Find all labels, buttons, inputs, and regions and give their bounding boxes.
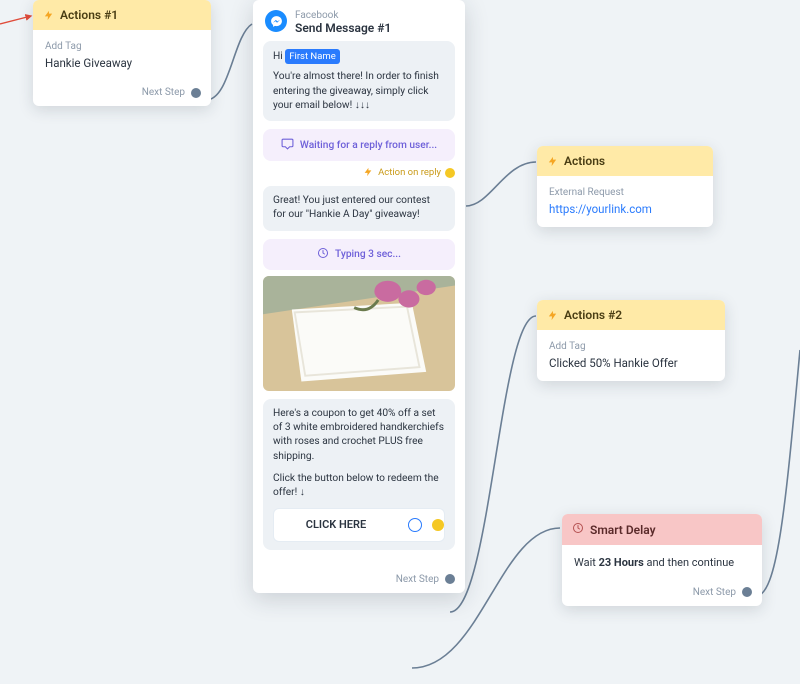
card-header: Smart Delay: [562, 514, 762, 545]
body-label: Add Tag: [549, 340, 713, 355]
bubble3-p2: Click the button below to redeem the off…: [273, 472, 445, 501]
body-label: External Request: [549, 186, 701, 201]
body-label: Add Tag: [45, 40, 199, 55]
body-value: Clicked 50% Hankie Offer: [549, 355, 713, 372]
card-header: Actions #1: [33, 0, 211, 30]
messenger-icon: [265, 10, 287, 32]
card-header: Actions: [537, 146, 713, 176]
card-header: Facebook Send Message #1: [253, 0, 465, 41]
chat-icon: [281, 137, 294, 153]
message-bubble-3: Here's a coupon to get 40% off a set of …: [263, 399, 455, 550]
link-icon: [408, 518, 422, 532]
message-bubble-2: Great! You just entered our contest for …: [263, 186, 455, 231]
message-image: [263, 276, 455, 391]
greeting-text: Hi: [273, 51, 285, 62]
delay-bold: 23 Hours: [599, 556, 644, 569]
clock-icon: [572, 522, 584, 537]
card-title: Actions: [564, 154, 605, 168]
message-bubble-1: Hi First Name You're almost there! In or…: [263, 41, 455, 121]
typing-block: Typing 3 sec...: [263, 239, 455, 270]
delay-suffix: and then continue: [644, 556, 734, 569]
connector-dot[interactable]: [191, 88, 201, 98]
delay-prefix: Wait: [574, 556, 599, 569]
card-body: Wait 23 Hours and then continue: [562, 545, 762, 581]
card-title: Actions #2: [564, 308, 622, 322]
cta-button[interactable]: CLICK HERE: [273, 508, 445, 541]
card-title: Smart Delay: [590, 523, 656, 537]
typing-text: Typing 3 sec...: [335, 249, 401, 260]
connector-dot[interactable]: [445, 574, 455, 584]
card-body: Add Tag Clicked 50% Hankie Offer: [537, 330, 725, 381]
card-body: Add Tag Hankie Giveaway: [33, 30, 211, 81]
action-on-reply[interactable]: Action on reply: [263, 167, 455, 178]
card-smart-delay[interactable]: Smart Delay Wait 23 Hours and then conti…: [562, 514, 762, 606]
variable-pill: First Name: [285, 49, 339, 64]
action-on-reply-label: Action on reply: [378, 167, 441, 178]
clock-icon: [317, 247, 329, 262]
next-step-footer[interactable]: Next Step: [562, 581, 762, 606]
cta-label: CLICK HERE: [274, 517, 398, 532]
card-header: Actions #2: [537, 300, 725, 330]
lightning-icon: [547, 310, 558, 321]
next-step-footer[interactable]: Next Step: [33, 81, 211, 106]
card-actions-1[interactable]: Actions #1 Add Tag Hankie Giveaway Next …: [33, 0, 211, 106]
card-actions-external[interactable]: Actions External Request https://yourlin…: [537, 146, 713, 227]
platform-label: Facebook: [295, 10, 391, 21]
card-title: Send Message #1: [295, 21, 391, 35]
waiting-block: Waiting for a reply from user...: [263, 129, 455, 161]
card-send-message[interactable]: Facebook Send Message #1 Hi First Name Y…: [253, 0, 465, 593]
card-title: Actions #1: [60, 8, 118, 22]
bubble3-p1: Here's a coupon to get 40% off a set of …: [273, 407, 445, 464]
lightning-icon: [547, 156, 558, 167]
body-link[interactable]: https://yourlink.com: [549, 201, 701, 218]
card-actions-2[interactable]: Actions #2 Add Tag Clicked 50% Hankie Of…: [537, 300, 725, 381]
next-step-label: Next Step: [396, 574, 439, 585]
next-step-label: Next Step: [142, 87, 185, 98]
connector-dot[interactable]: [445, 168, 455, 178]
bubble1-body: You're almost there! In order to finish …: [273, 70, 445, 113]
body-value: Hankie Giveaway: [45, 55, 199, 72]
next-step-footer[interactable]: Next Step: [253, 568, 465, 593]
waiting-text: Waiting for a reply from user...: [300, 140, 437, 151]
connector-dot[interactable]: [742, 587, 752, 597]
card-body: External Request https://yourlink.com: [537, 176, 713, 227]
next-step-label: Next Step: [693, 587, 736, 598]
connector-dot[interactable]: [432, 519, 444, 531]
lightning-icon: [363, 167, 374, 178]
lightning-icon: [43, 10, 54, 21]
